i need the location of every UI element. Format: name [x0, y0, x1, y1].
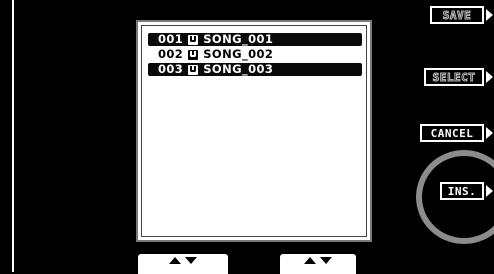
cancel-button-label: CANCEL — [430, 126, 474, 140]
song-row-003[interactable]: 003 SONG_003 — [148, 63, 362, 76]
song-name: SONG_001 — [203, 32, 274, 46]
save-button-label: SAVE — [442, 8, 472, 22]
song-row-001[interactable]: 001 SONG_001 — [148, 33, 362, 46]
song-number: 003 — [158, 62, 184, 76]
user-memory-icon — [188, 64, 199, 75]
cancel-arrow-icon — [486, 127, 493, 139]
scroll-tab-right[interactable] — [280, 254, 356, 274]
scroll-tab-left[interactable] — [138, 254, 228, 274]
song-number: 001 — [158, 32, 184, 46]
triangle-down-icon — [320, 257, 332, 264]
ins-button[interactable]: INS. — [440, 182, 484, 200]
user-memory-icon — [188, 49, 199, 60]
triangle-up-icon — [169, 257, 181, 264]
triangle-up-icon — [304, 257, 316, 264]
song-name: SONG_002 — [203, 47, 274, 61]
ins-arrow-icon — [486, 185, 493, 197]
save-arrow-icon — [486, 9, 493, 21]
save-button[interactable]: SAVE — [430, 6, 484, 24]
song-number: 002 — [158, 47, 184, 61]
cancel-button[interactable]: CANCEL — [420, 124, 484, 142]
song-list: 001 SONG_001 002 SONG_002 003 SONG_003 — [141, 25, 367, 237]
select-button[interactable]: SELECT — [424, 68, 484, 86]
song-list-panel: 001 SONG_001 002 SONG_002 003 SONG_003 — [136, 20, 372, 242]
select-button-label: SELECT — [432, 70, 476, 84]
select-arrow-icon — [486, 71, 493, 83]
ins-button-label: INS. — [447, 184, 477, 198]
user-memory-icon — [188, 34, 199, 45]
lcd-screen: 001 SONG_001 002 SONG_002 003 SONG_003 S… — [0, 0, 494, 274]
song-name: SONG_003 — [203, 62, 274, 76]
triangle-down-icon — [185, 257, 197, 264]
screen-left-border — [12, 0, 14, 272]
song-row-002[interactable]: 002 SONG_002 — [148, 48, 362, 61]
